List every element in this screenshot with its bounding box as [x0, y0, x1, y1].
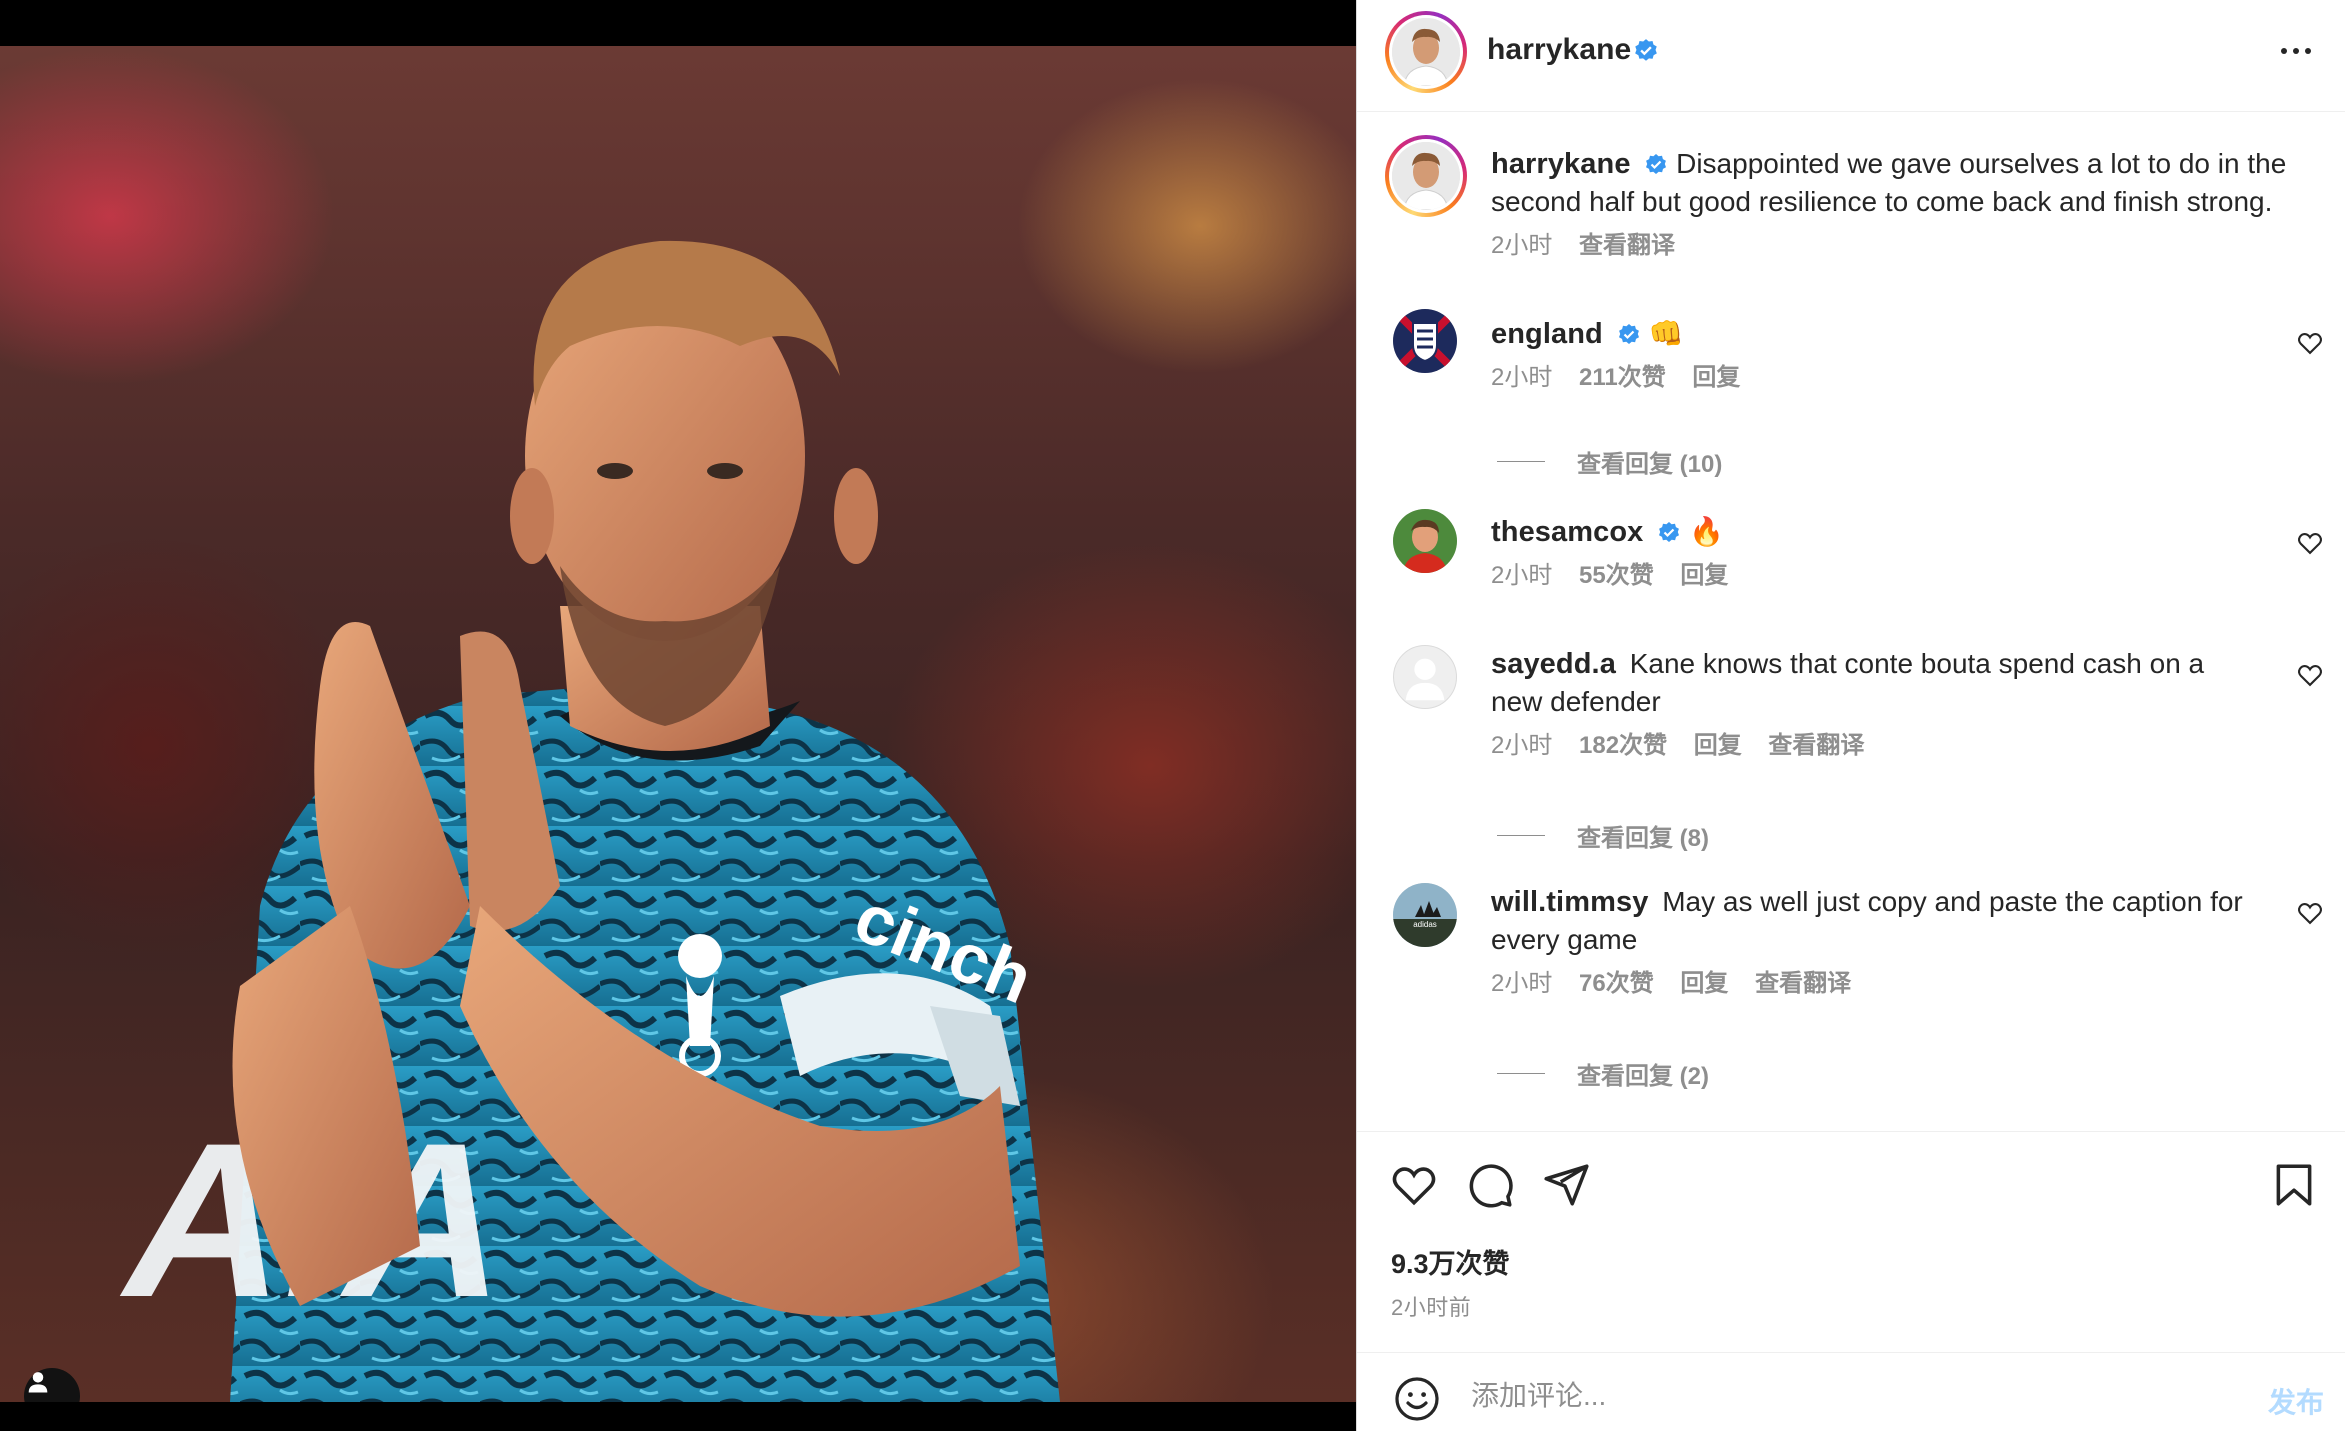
post-comment-button[interactable]: 发布 [2268, 1381, 2324, 1421]
view-replies-label: 查看回复 (10) [1577, 451, 1723, 478]
comment-avatar[interactable] [1393, 509, 1457, 573]
comment-likes[interactable]: 182次赞 [1579, 732, 1667, 759]
comment-likes[interactable]: 211次赞 [1579, 364, 1666, 391]
comment-username[interactable]: will.timmsy [1491, 886, 1648, 918]
comment-time: 2小时 [1491, 562, 1553, 589]
author-avatar[interactable] [1385, 11, 1467, 93]
comment-time: 2小时 [1491, 732, 1553, 759]
comment-likes[interactable]: 55次赞 [1579, 562, 1654, 589]
caption-author-avatar[interactable] [1385, 135, 1467, 217]
verified-icon [1618, 324, 1639, 344]
more-icon [2281, 48, 2287, 54]
comment-item: england 👊 2小时 211次赞 回复 查看回复 (10) [1357, 309, 2345, 509]
post-media[interactable]: cinch AIA [0, 0, 1356, 1431]
likes-count[interactable]: 9.3万次赞 [1391, 1242, 1510, 1281]
comment-reply-button[interactable]: 回复 [1692, 364, 1740, 391]
comment-username[interactable]: sayedd.a [1491, 648, 1616, 680]
user-icon [28, 1372, 48, 1393]
comment-like-heart-icon[interactable] [2296, 329, 2324, 357]
more-options-button[interactable] [2276, 36, 2316, 66]
add-comment-bar: 发布 [1357, 1352, 2345, 1431]
comment-item: adidas will.timmsy May as well just copy… [1357, 883, 2345, 1123]
comment-time: 2小时 [1491, 970, 1553, 997]
view-replies-button[interactable]: 查看回复 (10) [1497, 444, 1722, 479]
comments-list[interactable]: harrykane Disappointed we gave ourselves… [1357, 113, 2345, 1131]
caption-time: 2小时 [1491, 232, 1553, 259]
post-photo[interactable]: cinch AIA [0, 46, 1356, 1402]
post-caption: harrykane Disappointed we gave ourselves… [1357, 135, 2345, 295]
comment-likes[interactable]: 76次赞 [1579, 970, 1654, 997]
comment-reply-button[interactable]: 回复 [1680, 562, 1728, 589]
post-header: harrykane [1357, 0, 2345, 112]
emoji-icon[interactable] [1393, 1375, 1441, 1423]
comment-like-heart-icon[interactable] [2296, 661, 2324, 689]
comment-username[interactable]: england [1491, 318, 1603, 350]
caption-translate-button[interactable]: 查看翻译 [1579, 232, 1675, 259]
comment-translate-button[interactable]: 查看翻译 [1755, 970, 1851, 997]
comment-item: thesamcox 🔥 2小时 55次赞 回复 [1357, 509, 2345, 649]
verified-icon [1646, 154, 1667, 174]
heart-icon[interactable] [1389, 1160, 1439, 1210]
author-username[interactable]: harrykane [1487, 33, 1631, 67]
verified-icon [1635, 39, 1657, 61]
comment-time: 2小时 [1491, 364, 1553, 391]
view-replies-label: 查看回复 (8) [1577, 825, 1709, 852]
comment-like-heart-icon[interactable] [2296, 899, 2324, 927]
comment-translate-button[interactable]: 查看翻译 [1768, 732, 1864, 759]
comment-icon[interactable] [1465, 1160, 1515, 1210]
comment-avatar[interactable] [1393, 645, 1457, 709]
post-actions: 9.3万次赞 2小时前 [1357, 1131, 2345, 1351]
share-icon[interactable] [1541, 1160, 1591, 1210]
comment-input[interactable] [1469, 1373, 2173, 1419]
player-illustration: cinch AIA [104, 240, 1060, 1402]
view-replies-button[interactable]: 查看回复 (8) [1497, 818, 1709, 853]
svg-text:adidas: adidas [1413, 920, 1437, 929]
comment-avatar[interactable] [1393, 309, 1457, 373]
comment-item: sayedd.a Kane knows that conte bouta spe… [1357, 645, 2345, 885]
caption-username[interactable]: harrykane [1491, 148, 1631, 180]
view-replies-button[interactable]: 查看回复 (2) [1497, 1056, 1709, 1091]
post-time: 2小时前 [1391, 1295, 1472, 1320]
verified-icon [1659, 522, 1680, 542]
comment-like-heart-icon[interactable] [2296, 529, 2324, 557]
comment-reply-button[interactable]: 回复 [1680, 970, 1728, 997]
comment-username[interactable]: thesamcox [1491, 516, 1643, 548]
post-side-panel: harrykane harrykane Disappointed we gave… [1356, 0, 2345, 1431]
bookmark-icon[interactable] [2269, 1160, 2319, 1210]
comment-text: 👊 [1648, 318, 1684, 349]
view-replies-label: 查看回复 (2) [1577, 1063, 1709, 1090]
comment-text: 🔥 [1688, 516, 1724, 547]
comment-reply-button[interactable]: 回复 [1694, 732, 1742, 759]
comment-avatar[interactable]: adidas [1393, 883, 1457, 947]
